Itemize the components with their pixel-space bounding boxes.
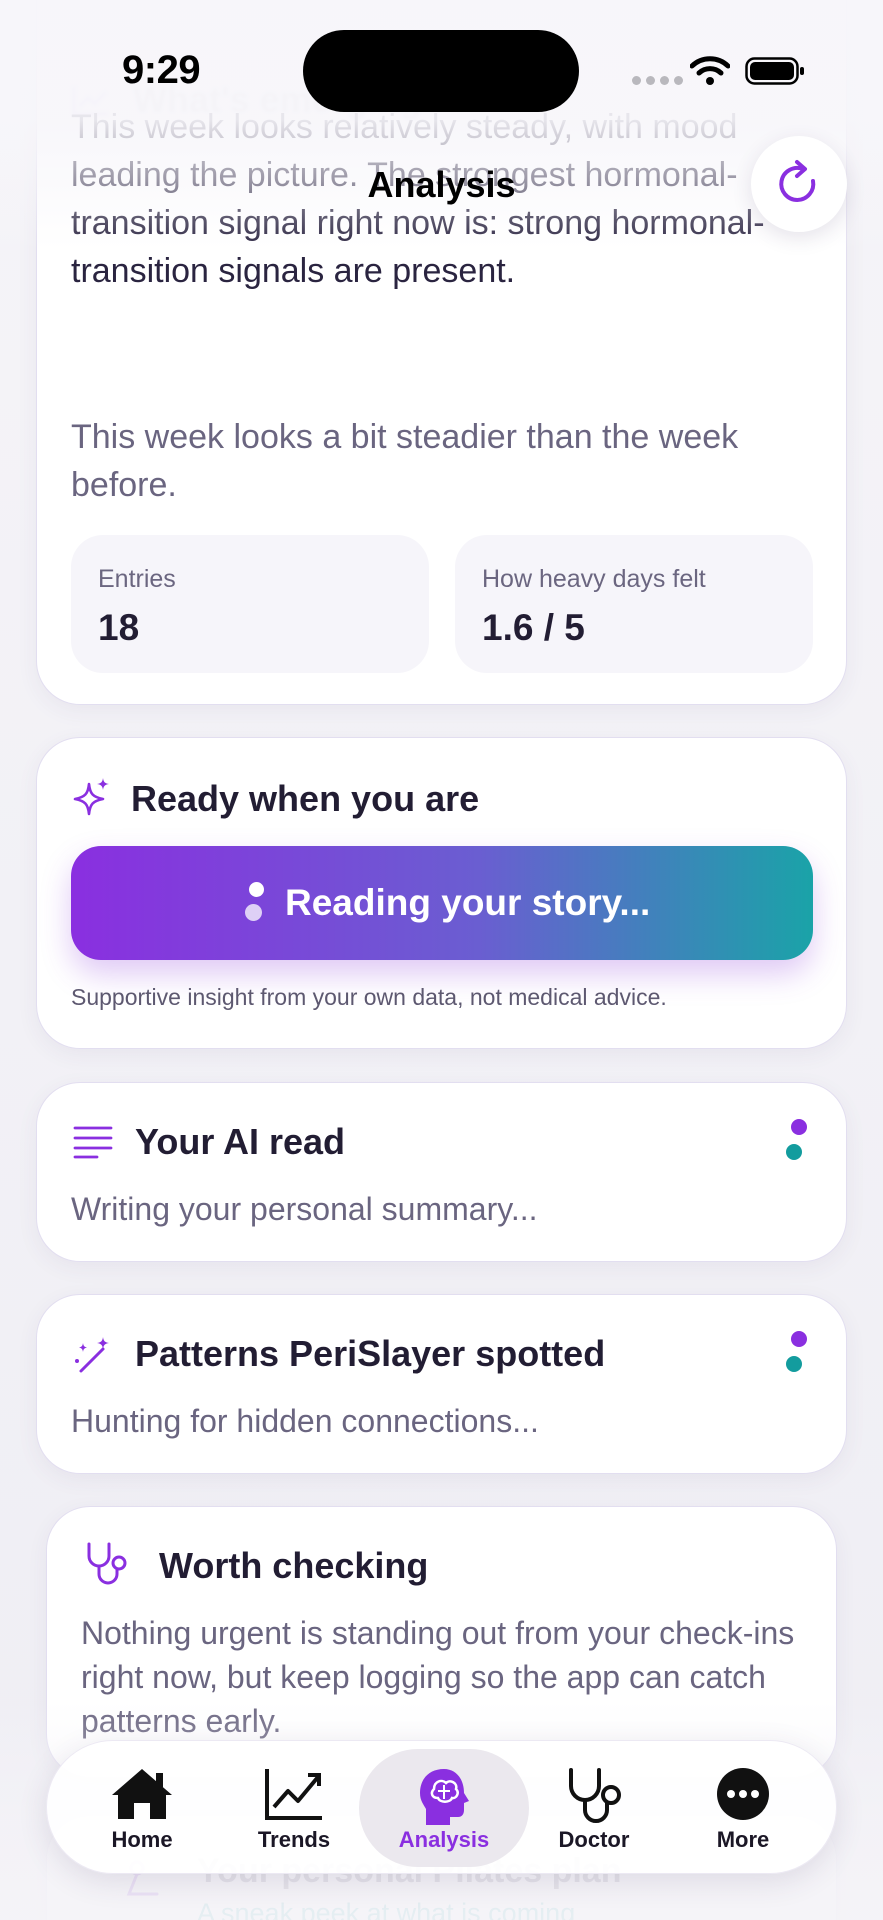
screen: What's emerging This week looks relative… [0, 0, 883, 1920]
tab-label: Home [111, 1827, 173, 1852]
stat-value: 1.6 / 5 [482, 607, 585, 648]
tab-home[interactable]: Home [67, 1749, 217, 1867]
worth-checking-title: Worth checking [159, 1545, 429, 1586]
loading-indicator [786, 1331, 807, 1381]
refresh-button[interactable] [751, 136, 847, 232]
ai-read-body: Writing your personal summary... [71, 1191, 538, 1227]
tab-trends[interactable]: Trends [219, 1749, 369, 1867]
status-time: 9:29 [122, 48, 201, 92]
stat-label: Entries [98, 565, 176, 593]
stat-label: How heavy days felt [482, 565, 706, 593]
status-bar: 9:29 [0, 0, 883, 140]
stethoscope-icon [569, 1768, 621, 1823]
patterns-title: Patterns PeriSlayer spotted [135, 1333, 606, 1374]
ai-read-card[interactable]: Your AI read Writing your personal summa… [36, 1082, 847, 1262]
tab-doctor[interactable]: Doctor [519, 1749, 669, 1867]
ready-card: Ready when you are Reading your story...… [36, 737, 847, 1049]
patterns-body: Hunting for hidden connections... [71, 1403, 539, 1439]
battery-icon [745, 57, 804, 85]
loading-indicator [245, 882, 265, 926]
loading-indicator [786, 1119, 807, 1169]
ai-read-title: Your AI read [135, 1121, 346, 1162]
tab-label: Doctor [558, 1827, 630, 1852]
tab-analysis[interactable]: Analysis [359, 1749, 529, 1867]
nav-header: Analysis [0, 136, 883, 232]
worth-checking-card[interactable]: Worth checking Nothing urgent is standin… [46, 1506, 837, 1778]
tab-bar: Home Trends Analysis Doctor More [46, 1740, 837, 1874]
worth-checking-body: Nothing urgent is standing out from your… [81, 1615, 795, 1739]
text-lines-icon [73, 1126, 113, 1159]
read-story-button[interactable]: Reading your story... [71, 846, 813, 960]
read-story-label: Reading your story... [285, 882, 651, 923]
stat-heavy-days: How heavy days felt 1.6 / 5 [455, 535, 813, 673]
wifi-icon [690, 56, 730, 85]
more-icon [717, 1768, 769, 1820]
magic-wand-icon [75, 1337, 109, 1373]
brain-head-icon [420, 1769, 469, 1825]
refresh-icon [779, 160, 816, 202]
sparkles-icon [73, 778, 109, 816]
summary-comparison: This week looks a bit steadier than the … [71, 418, 739, 504]
tab-more[interactable]: More [668, 1749, 818, 1867]
stat-value: 18 [98, 607, 140, 648]
tab-label: Analysis [398, 1827, 490, 1852]
trends-icon [265, 1769, 322, 1820]
cellular-signal-icon [632, 76, 683, 85]
patterns-card[interactable]: Patterns PeriSlayer spotted Hunting for … [36, 1294, 847, 1474]
disclaimer: Supportive insight from your own data, n… [71, 984, 667, 1010]
stethoscope-icon [87, 1542, 127, 1585]
dynamic-island [303, 30, 579, 112]
pilates-subtitle: A sneak peek at what is coming [197, 1898, 576, 1920]
ready-title: Ready when you are [131, 778, 480, 819]
tab-label: Trends [257, 1827, 331, 1852]
tab-label: More [716, 1827, 770, 1852]
stat-entries: Entries 18 [71, 535, 429, 673]
home-icon [112, 1769, 172, 1819]
